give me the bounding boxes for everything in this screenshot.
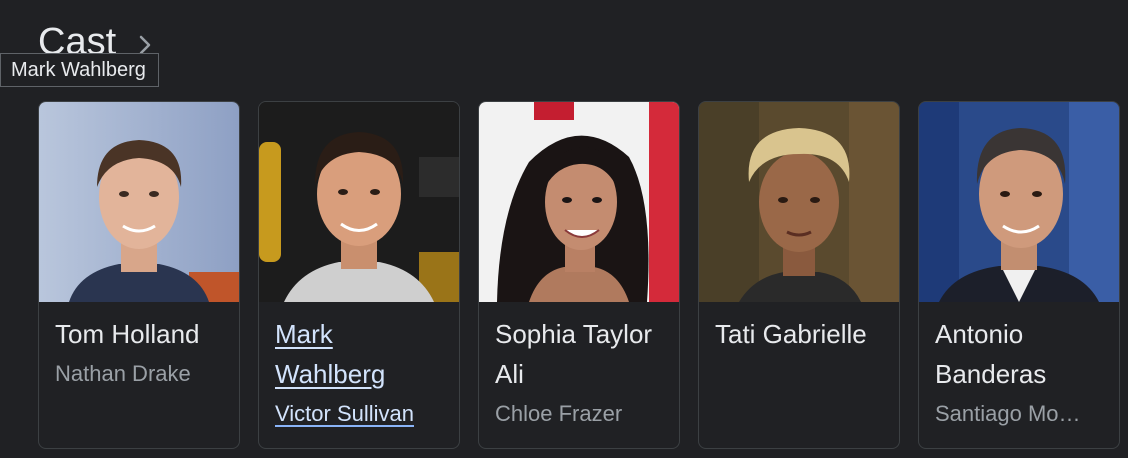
hover-tooltip: Mark Wahlberg	[0, 53, 159, 87]
actor-name[interactable]: Sophia Taylor Ali	[495, 314, 663, 394]
actor-photo[interactable]	[479, 102, 679, 302]
actor-name[interactable]: Tati Gabrielle	[715, 314, 883, 354]
actor-name[interactable]: Tom Holland	[55, 314, 223, 354]
actor-photo[interactable]	[259, 102, 459, 302]
actor-photo[interactable]	[39, 102, 239, 302]
cast-card[interactable]: Tati Gabrielle	[698, 101, 900, 449]
cast-card[interactable]: Mark Wahlberg Victor Sullivan	[258, 101, 460, 449]
actor-name[interactable]: Mark Wahlberg	[275, 314, 443, 394]
cast-card[interactable]: Sophia Taylor Ali Chloe Frazer	[478, 101, 680, 449]
actor-photo[interactable]	[919, 102, 1119, 302]
cast-carousel: Tom Holland Nathan Drake Mark Wahlberg V…	[38, 101, 1120, 449]
character-name: Nathan Drake	[55, 361, 191, 386]
character-name[interactable]: Victor Sullivan	[275, 394, 443, 434]
actor-photo[interactable]	[699, 102, 899, 302]
actor-name[interactable]: Antonio Banderas	[935, 314, 1103, 394]
cast-card[interactable]: Antonio Banderas Santiago Mo…	[918, 101, 1120, 449]
character-name: Chloe Frazer	[495, 401, 623, 426]
character-name: Santiago Mo…	[935, 401, 1081, 426]
cast-card[interactable]: Tom Holland Nathan Drake	[38, 101, 240, 449]
